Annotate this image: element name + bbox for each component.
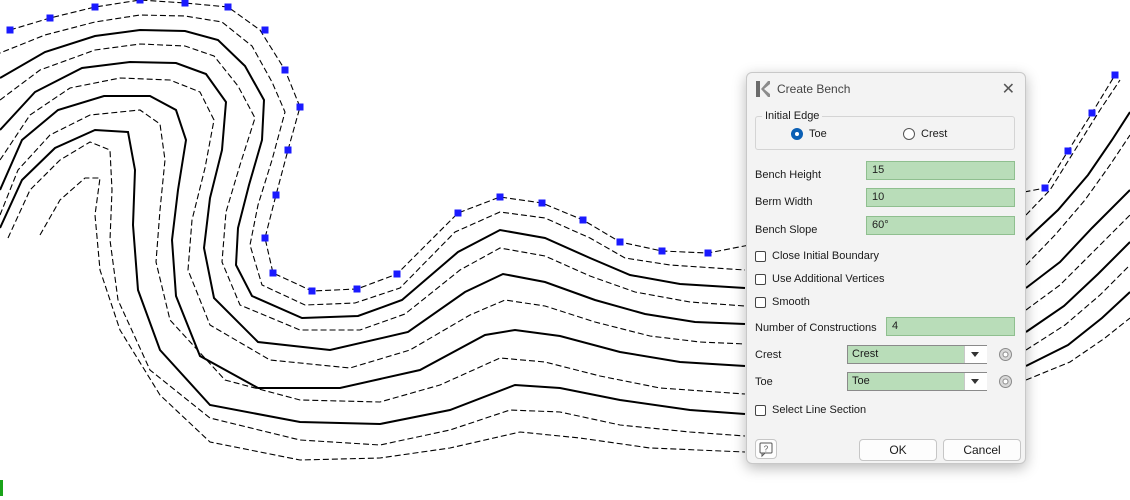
boundary-vertex[interactable] xyxy=(261,234,269,242)
radio-toe-label: Toe xyxy=(809,128,827,140)
bench-slope-label: Bench Slope xyxy=(755,224,818,236)
boundary-vertex[interactable] xyxy=(272,191,280,199)
boundary-vertex[interactable] xyxy=(538,199,546,207)
toe-label: Toe xyxy=(755,376,773,388)
boundary-vertex[interactable] xyxy=(281,66,289,74)
boundary-vertex[interactable] xyxy=(1041,184,1049,192)
smooth-label: Smooth xyxy=(772,296,810,308)
initial-edge-legend: Initial Edge xyxy=(765,110,820,122)
contour-dashed-right-5 xyxy=(1025,317,1130,381)
boundary-vertex[interactable] xyxy=(1111,71,1119,79)
select-line-section-label: Select Line Section xyxy=(772,404,867,416)
checkbox-box xyxy=(755,296,766,308)
use-additional-vertices-label: Use Additional Vertices xyxy=(772,273,885,285)
close-initial-boundary-checkbox[interactable]: Close Initial Boundary xyxy=(755,250,879,262)
boundary-vertex[interactable] xyxy=(393,270,401,278)
berm-width-input[interactable]: 10 xyxy=(866,188,1015,207)
boundary-vertex[interactable] xyxy=(308,287,316,295)
number-of-constructions-input[interactable]: 4 xyxy=(886,317,1015,336)
boundary-vertex[interactable] xyxy=(616,238,624,246)
boundary-vertex[interactable] xyxy=(181,0,189,7)
boundary-vertex[interactable] xyxy=(579,216,587,224)
crest-select-value: Crest xyxy=(852,348,879,360)
help-button[interactable]: ? xyxy=(755,439,777,459)
toe-select-value: Toe xyxy=(852,375,870,387)
chevron-down-icon xyxy=(971,379,979,384)
berm-width-label: Berm Width xyxy=(755,196,813,208)
crest-label: Crest xyxy=(755,349,782,361)
boundary-vertex[interactable] xyxy=(454,209,462,217)
svg-text:?: ? xyxy=(764,445,769,454)
create-bench-dialog: Create Bench ✕ Initial Edge Toe Crest Be… xyxy=(746,72,1026,464)
boundary-vertex[interactable] xyxy=(1064,147,1072,155)
crest-gear-icon[interactable] xyxy=(996,345,1015,364)
toe-gear-icon[interactable] xyxy=(996,372,1015,391)
smooth-checkbox[interactable]: Smooth xyxy=(755,296,810,308)
status-marker xyxy=(0,480,3,496)
close-initial-boundary-label: Close Initial Boundary xyxy=(772,250,880,262)
boundary-vertex[interactable] xyxy=(658,247,666,255)
toe-select[interactable]: Toe xyxy=(847,372,987,391)
contour-solid-right-2 xyxy=(1025,189,1130,289)
boundary-vertex[interactable] xyxy=(296,103,304,111)
radio-unselected-icon xyxy=(903,128,915,140)
radio-crest[interactable]: Crest xyxy=(903,128,947,140)
dialog-title: Create Bench xyxy=(777,82,851,96)
cancel-button[interactable]: Cancel xyxy=(943,439,1021,461)
checkbox-box xyxy=(755,273,766,285)
boundary-vertex[interactable] xyxy=(269,269,277,277)
dropdown-button[interactable] xyxy=(964,346,987,363)
boundary-vertex[interactable] xyxy=(284,146,292,154)
boundary-vertex[interactable] xyxy=(46,14,54,22)
boundary-vertex[interactable] xyxy=(496,193,504,201)
radio-selected-icon xyxy=(791,128,803,140)
boundary-vertex[interactable] xyxy=(261,26,269,34)
bench-height-label: Bench Height xyxy=(755,169,822,181)
boundary-vertex[interactable] xyxy=(6,26,14,34)
boundary-vertex[interactable] xyxy=(136,0,144,4)
bench-slope-input[interactable]: 60° xyxy=(866,216,1015,235)
boundary-vertex[interactable] xyxy=(353,285,361,293)
dialog-titlebar[interactable]: Create Bench ✕ xyxy=(747,73,1025,105)
close-icon[interactable]: ✕ xyxy=(1002,79,1015,99)
checkbox-box xyxy=(755,404,766,416)
radio-toe[interactable]: Toe xyxy=(791,128,827,140)
contour-dashed-3 xyxy=(0,77,746,369)
contour-solid-right-4 xyxy=(1025,291,1130,367)
contour-dashed-1 xyxy=(0,14,746,306)
contour-solid-right-3 xyxy=(1025,241,1130,333)
contour-dashed-2 xyxy=(0,43,746,331)
contour-dashed-5 xyxy=(7,141,746,446)
use-additional-vertices-checkbox[interactable]: Use Additional Vertices xyxy=(755,273,885,285)
boundary-vertex[interactable] xyxy=(224,3,232,11)
ok-button[interactable]: OK xyxy=(859,439,937,461)
contour-solid-right-1 xyxy=(1025,111,1130,241)
boundary-vertex[interactable] xyxy=(91,3,99,11)
k-logo-icon xyxy=(756,81,770,97)
number-of-constructions-label: Number of Constructions xyxy=(755,322,877,334)
boundary-vertex[interactable] xyxy=(704,249,712,257)
select-line-section-checkbox[interactable]: Select Line Section xyxy=(755,404,866,416)
bench-height-input[interactable]: 15 xyxy=(866,161,1015,180)
boundary-vertex[interactable] xyxy=(1088,109,1096,117)
help-icon: ? xyxy=(759,442,773,458)
contour-dashed-right-2 xyxy=(1025,134,1130,266)
radio-crest-label: Crest xyxy=(921,128,948,140)
dropdown-button[interactable] xyxy=(964,373,987,390)
crest-select[interactable]: Crest xyxy=(847,345,987,364)
contour-solid-3 xyxy=(0,95,746,389)
chevron-down-icon xyxy=(971,352,979,357)
checkbox-box xyxy=(755,250,766,262)
contour-dashed-right-3 xyxy=(1025,214,1130,311)
